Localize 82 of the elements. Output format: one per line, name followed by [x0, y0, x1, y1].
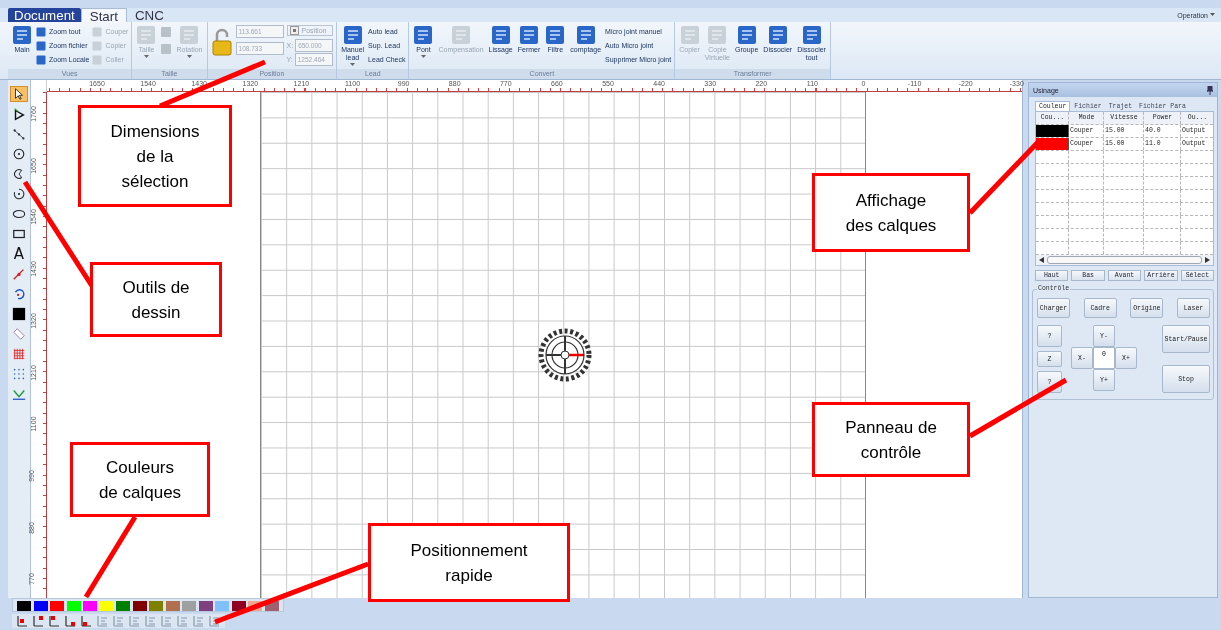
tool-icon: [136, 25, 157, 45]
rectangle-icon: [12, 227, 26, 241]
right-arrow-icon[interactable]: [1205, 257, 1210, 263]
position-icon[interactable]: [32, 615, 45, 627]
color-swatch[interactable]: [99, 601, 114, 611]
position-icon[interactable]: [16, 615, 29, 627]
pin-icon[interactable]: [1207, 85, 1213, 95]
v-shape-icon: [12, 387, 26, 401]
tool-icon: [413, 25, 434, 45]
caret-icon: [1210, 13, 1215, 17]
tool-icon: [679, 25, 700, 45]
tool-icon: [36, 54, 46, 65]
layer-color-swatch[interactable]: [1036, 138, 1069, 150]
tool-icon: [490, 25, 511, 45]
color-swatch[interactable]: [215, 601, 229, 611]
tool-icon: [179, 25, 200, 45]
tool-icon: [92, 40, 103, 51]
color-swatch[interactable]: [83, 601, 97, 611]
text-tool-button[interactable]: A: [10, 246, 28, 262]
tool-icon: [545, 25, 566, 45]
dot-grid-icon: [12, 367, 26, 381]
caret-icon: [186, 55, 192, 59]
grid-icon: [12, 347, 26, 361]
color-swatch[interactable]: [66, 601, 81, 611]
callout: Dimensions de la sélection: [78, 105, 232, 207]
color-swatch[interactable]: [231, 601, 246, 611]
callout: Panneau de contrôle: [812, 402, 970, 477]
circle-icon: [12, 187, 26, 201]
position-icon[interactable]: [80, 615, 93, 627]
caret-icon: [143, 55, 149, 59]
tool-icon: [736, 25, 757, 45]
ribbon-tab[interactable]: Start: [80, 8, 127, 22]
color-swatch[interactable]: [198, 601, 213, 611]
tool-icon: [12, 25, 32, 45]
dotted-line-icon: [12, 127, 26, 141]
cursor-icon: [12, 87, 26, 101]
color-swatch[interactable]: [132, 601, 147, 611]
tool-icon: [36, 40, 46, 51]
position-icon[interactable]: [208, 615, 221, 627]
triangle-icon: [12, 107, 26, 121]
tool-icon: [92, 26, 103, 37]
tool-icon: [92, 54, 103, 65]
color-swatch[interactable]: [116, 601, 130, 611]
ruler-icon: [12, 327, 26, 341]
pen-icon: [12, 267, 26, 281]
tool-button[interactable]: [10, 86, 28, 102]
padlock-icon: [210, 28, 233, 56]
tool-icon: [36, 26, 46, 37]
rotate-icon: [12, 287, 26, 301]
ellipse-icon: [12, 207, 26, 221]
color-swatch[interactable]: [17, 601, 31, 611]
document-menu-button[interactable]: Document: [8, 8, 81, 22]
gear-icon: [537, 327, 593, 383]
callout: Affichage des calques: [812, 173, 970, 252]
ribbon-tab[interactable]: CNC: [126, 8, 172, 22]
tool-icon: [707, 25, 728, 45]
color-swatch[interactable]: [33, 601, 48, 611]
position-icon[interactable]: [64, 615, 77, 627]
caret-icon: [350, 63, 356, 67]
caret-icon: [420, 55, 426, 59]
position-icon[interactable]: [48, 615, 61, 627]
circle-icon: [12, 147, 26, 161]
callout: Couleurs de calques: [70, 442, 210, 517]
tool-icon: [767, 25, 788, 45]
color-swatch[interactable]: [50, 601, 64, 611]
left-arrow-icon[interactable]: [1039, 257, 1044, 263]
color-swatch[interactable]: [264, 601, 279, 611]
tool-icon: [801, 25, 822, 45]
square-icon: [289, 26, 299, 35]
color-swatch[interactable]: [165, 601, 180, 611]
tool-icon: [575, 25, 596, 45]
layer-color-swatch[interactable]: [1036, 125, 1069, 137]
square-icon: [12, 307, 26, 321]
color-swatch[interactable]: [149, 601, 163, 611]
tool-icon: [519, 25, 540, 45]
color-swatch[interactable]: [182, 601, 196, 611]
callout: Outils de dessin: [90, 262, 222, 337]
callout: Positionnement rapide: [368, 523, 570, 602]
tool-button[interactable]: [10, 306, 28, 322]
tool-icon: [342, 25, 363, 45]
tool-icon: [451, 25, 472, 45]
horizontal-scrollbar[interactable]: [1036, 255, 1213, 265]
